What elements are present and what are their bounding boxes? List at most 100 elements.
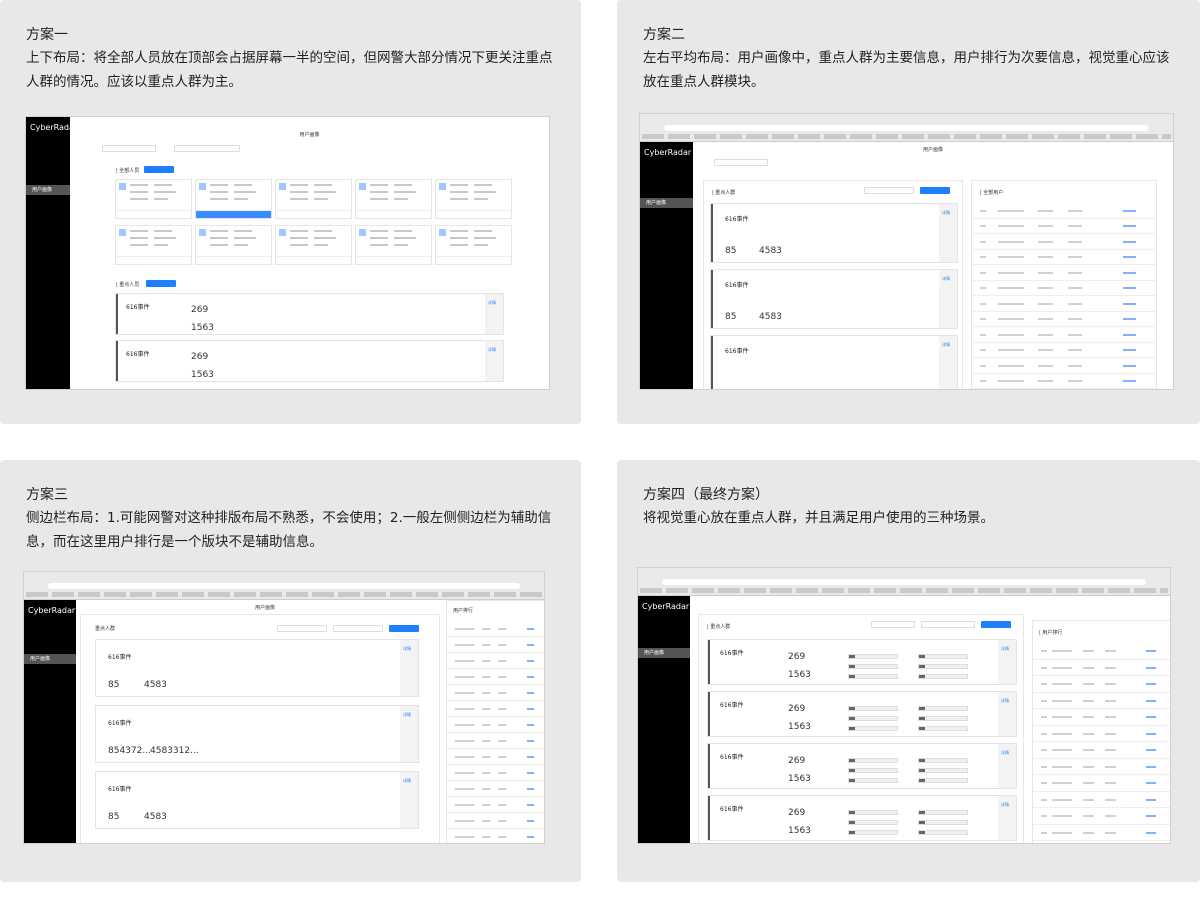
user-card[interactable] <box>435 179 512 219</box>
ranking-row[interactable] <box>1033 726 1170 742</box>
event-card[interactable]: 616事件 269 1563 详情 <box>707 691 1017 737</box>
view-detail-link[interactable] <box>116 256 191 264</box>
view-detail-link[interactable] <box>356 256 431 264</box>
ranking-row[interactable] <box>972 234 1156 250</box>
view-detail-link[interactable] <box>196 256 271 264</box>
view-detail-link[interactable] <box>276 210 351 218</box>
event-card[interactable]: 616事件 269 1563 详情 <box>115 293 504 335</box>
ranking-row[interactable] <box>1033 759 1170 775</box>
event-actions[interactable]: 详情 <box>998 692 1016 736</box>
view-detail-link[interactable] <box>196 210 271 218</box>
search-input[interactable] <box>102 145 156 152</box>
ranking-row[interactable] <box>447 701 544 717</box>
ranking-row[interactable] <box>972 219 1156 234</box>
view-detail-link[interactable] <box>116 210 191 218</box>
event-card[interactable]: 616事件 269 1563 详情 <box>707 743 1017 789</box>
ranking-row[interactable] <box>972 281 1156 296</box>
event-actions[interactable]: 详情 <box>998 796 1016 840</box>
sidebar-item-user-profile[interactable]: 用户画像 <box>24 654 76 664</box>
event-actions[interactable]: 详情 <box>485 341 503 381</box>
ranking-row[interactable] <box>972 343 1156 358</box>
event-actions[interactable]: 详情 <box>939 270 957 328</box>
search-input[interactable] <box>333 625 383 632</box>
ranking-row[interactable] <box>972 203 1156 219</box>
event-card[interactable]: 616事件 85 4583 详情 <box>95 639 419 697</box>
sidebar-item-user-profile[interactable]: 用户画像 <box>26 185 70 195</box>
view-detail-link[interactable] <box>356 210 431 218</box>
event-actions[interactable]: 详情 <box>939 336 957 389</box>
ranking-row[interactable] <box>447 781 544 797</box>
ranking-row[interactable] <box>447 717 544 733</box>
user-card[interactable] <box>355 179 432 219</box>
user-card[interactable] <box>115 179 192 219</box>
user-card[interactable] <box>195 225 272 265</box>
add-key-group-button[interactable] <box>389 625 419 632</box>
event-actions[interactable]: 详情 <box>400 772 418 828</box>
event-card[interactable]: 616事件 269 1563 详情 <box>115 340 504 382</box>
add-key-group-button[interactable] <box>920 187 950 194</box>
add-key-group-button[interactable] <box>981 621 1011 628</box>
view-detail-link[interactable] <box>436 210 511 218</box>
ranking-row[interactable] <box>1033 643 1170 660</box>
ranking-row[interactable] <box>447 669 544 685</box>
ranking-row[interactable] <box>447 621 544 637</box>
user-card[interactable] <box>355 225 432 265</box>
ranking-row[interactable] <box>447 765 544 781</box>
view-detail-link[interactable] <box>276 256 351 264</box>
ranking-row[interactable] <box>972 358 1156 374</box>
ranking-row[interactable] <box>1033 742 1170 759</box>
user-card[interactable] <box>275 225 352 265</box>
event-card[interactable]: 616事件 269 1563 详情 <box>707 639 1017 685</box>
ranking-row[interactable] <box>972 312 1156 327</box>
ranking-row[interactable] <box>972 327 1156 343</box>
event-actions[interactable]: 详情 <box>998 744 1016 788</box>
address-bar[interactable] <box>664 125 1149 131</box>
event-actions[interactable]: 详情 <box>485 294 503 334</box>
event-card[interactable]: 616事件 854372... 4583312... 详情 <box>95 705 419 763</box>
ranking-row[interactable] <box>447 749 544 765</box>
search-input[interactable] <box>174 145 240 152</box>
ranking-row[interactable] <box>972 374 1156 389</box>
filter-select[interactable] <box>864 187 914 194</box>
add-key-group-button[interactable] <box>146 280 176 287</box>
search-input[interactable] <box>714 159 768 166</box>
view-detail-link[interactable] <box>436 256 511 264</box>
sidebar-item-user-profile[interactable]: 用户画像 <box>640 198 693 208</box>
ranking-row[interactable] <box>1033 676 1170 693</box>
ranking-row[interactable] <box>447 733 544 749</box>
ranking-row[interactable] <box>1033 693 1170 709</box>
ranking-row[interactable] <box>1033 660 1170 676</box>
ranking-row[interactable] <box>447 685 544 701</box>
event-card[interactable]: 616事件 269 1563 详情 <box>707 795 1017 841</box>
filter-select[interactable] <box>277 625 327 632</box>
event-card[interactable]: 616事件 详情 <box>710 335 958 389</box>
ranking-row[interactable] <box>447 813 544 829</box>
user-card[interactable] <box>275 179 352 219</box>
user-card[interactable] <box>115 225 192 265</box>
ranking-row[interactable] <box>1033 775 1170 792</box>
event-card[interactable]: 616事件 85 4583 详情 <box>710 203 958 263</box>
event-card[interactable]: 616事件 85 4583 详情 <box>710 269 958 329</box>
search-input[interactable] <box>921 621 975 628</box>
ranking-row[interactable] <box>1033 808 1170 825</box>
event-card[interactable]: 616事件 85 4583 详情 <box>95 771 419 829</box>
user-card[interactable] <box>195 179 272 219</box>
filter-select[interactable] <box>871 621 915 628</box>
ranking-row[interactable] <box>447 797 544 813</box>
ranking-row[interactable] <box>447 653 544 669</box>
event-actions[interactable]: 详情 <box>400 706 418 762</box>
event-actions[interactable]: 详情 <box>998 640 1016 684</box>
ranking-row[interactable] <box>972 265 1156 281</box>
address-bar[interactable] <box>662 579 1146 585</box>
ranking-row[interactable] <box>447 637 544 653</box>
ranking-row[interactable] <box>1033 792 1170 808</box>
ranking-row[interactable] <box>972 250 1156 265</box>
user-card[interactable] <box>435 225 512 265</box>
ranking-row[interactable] <box>972 296 1156 312</box>
ranking-row[interactable] <box>1033 709 1170 726</box>
view-all-button[interactable] <box>144 166 174 173</box>
address-bar[interactable] <box>48 583 520 589</box>
ranking-row[interactable] <box>447 829 544 843</box>
event-actions[interactable]: 详情 <box>400 640 418 696</box>
event-actions[interactable]: 详情 <box>939 204 957 262</box>
